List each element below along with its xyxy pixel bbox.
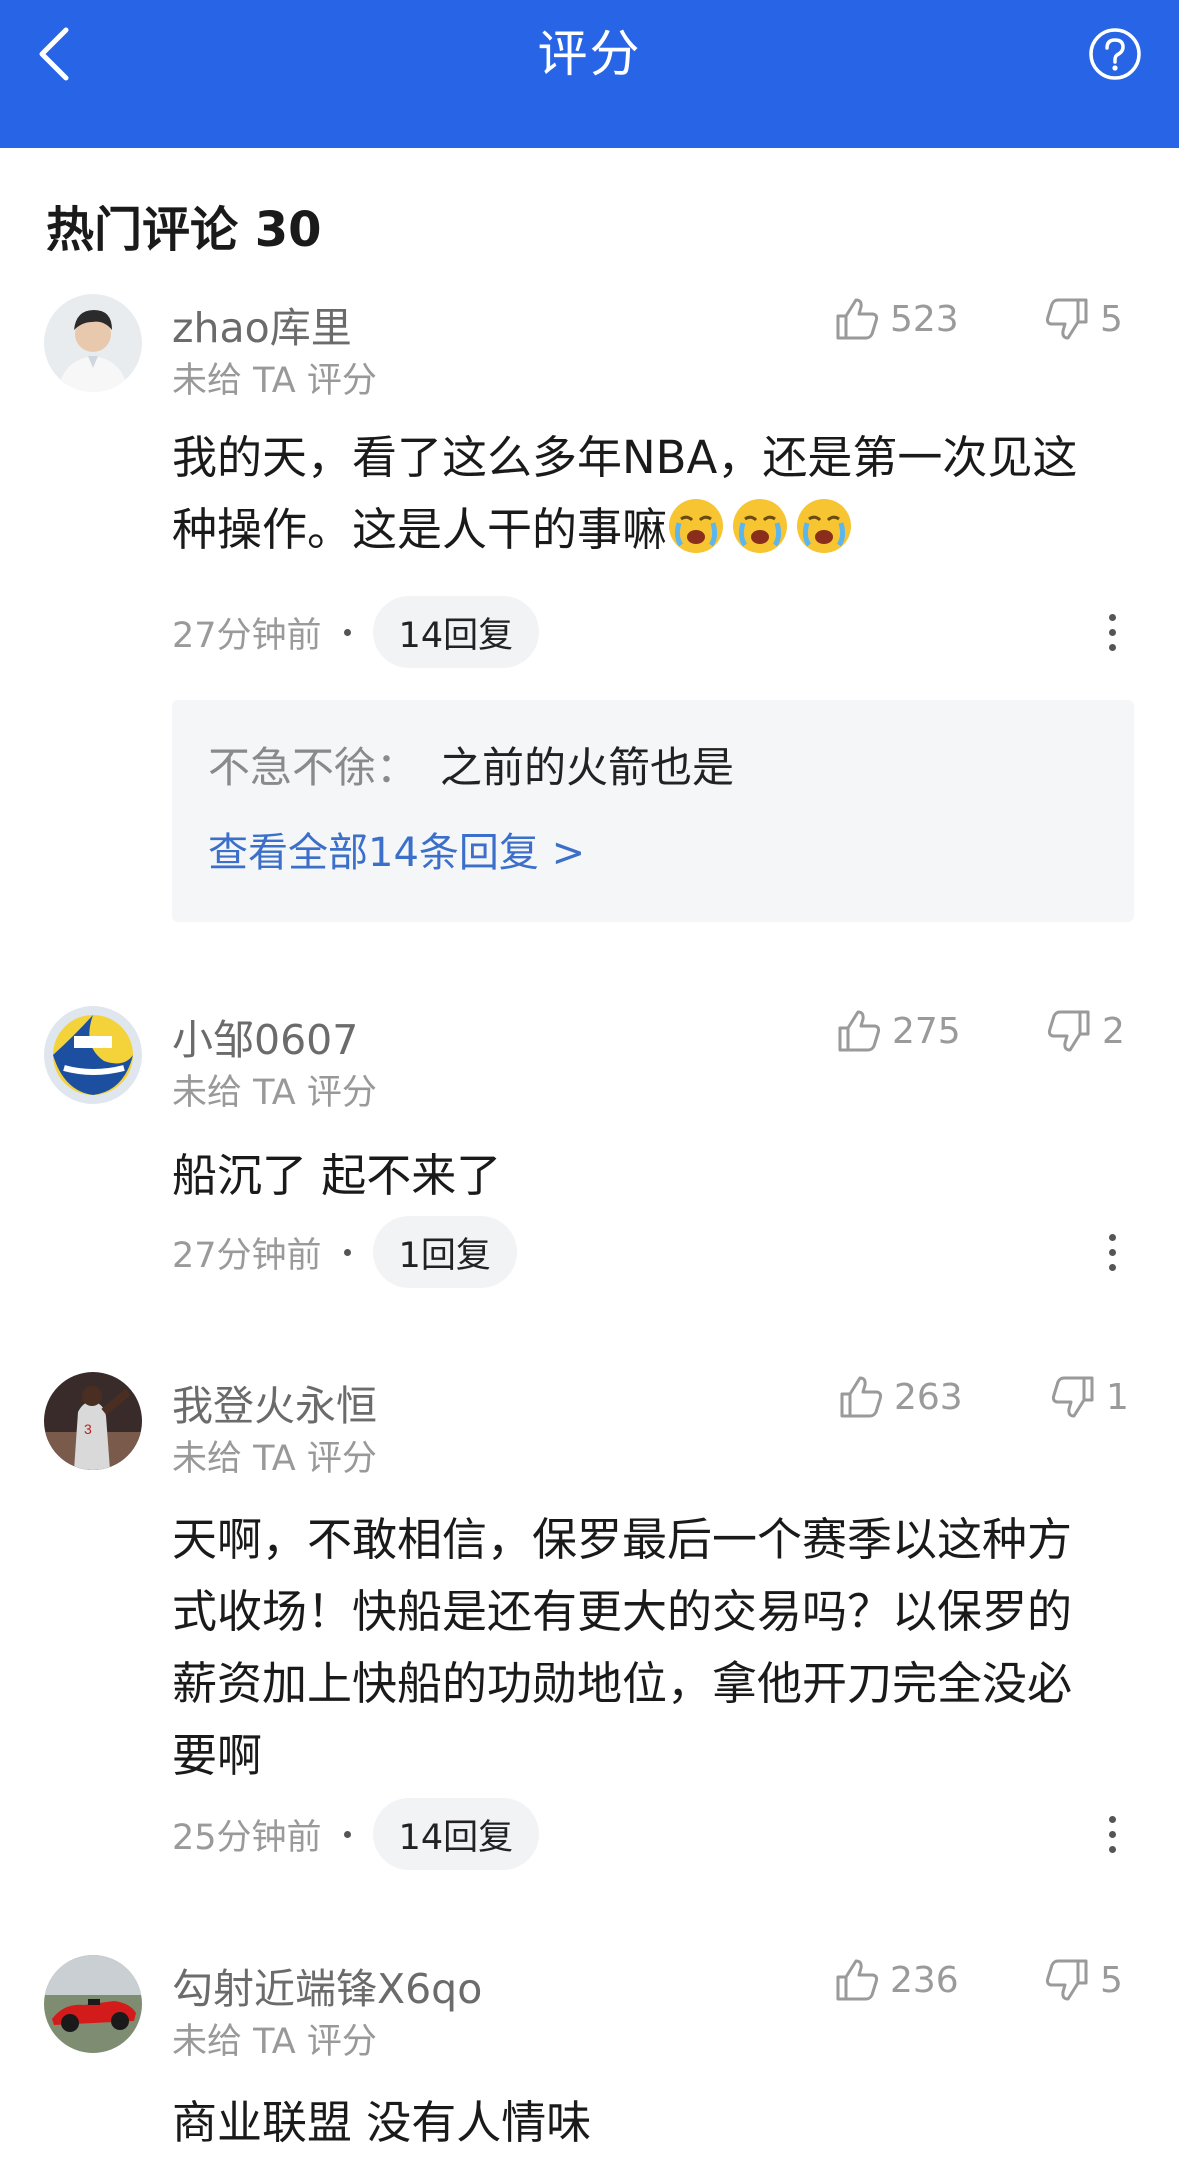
username[interactable]: 小邹0607: [172, 1006, 358, 1066]
thumbs-up-icon: [836, 298, 879, 340]
comment-text: 我的天，看了这么多年NBA，还是第一次见这种操作。这是人干的事嘛: [172, 422, 1112, 566]
comment-item: 勾射近端锋X6qo 未给 TA 评分 236 5 商业联盟 没有人情味: [0, 1955, 1179, 2162]
dislike-count: 1: [1106, 1376, 1129, 1418]
dislike-button[interactable]: 2: [1046, 1008, 1125, 1054]
page-title: 评分: [537, 25, 642, 83]
more-options-button[interactable]: [1097, 1798, 1127, 1870]
dislike-button[interactable]: 5: [1044, 1957, 1123, 2003]
comment-text: 天啊，不敢相信，保罗最后一个赛季以这种方式收场！快船是还有更大的交易吗？以保罗的…: [172, 1513, 1073, 1782]
avatar[interactable]: [44, 1006, 142, 1104]
dislike-count: 5: [1100, 1959, 1123, 2001]
rating-text: 未给 TA 评分: [172, 1439, 377, 1479]
more-options-button[interactable]: [1097, 596, 1127, 668]
reply-author[interactable]: 不急不徐：: [208, 734, 418, 795]
comment-time: 25分钟前: [172, 1817, 322, 1858]
comment-text: 商业联盟 没有人情味: [172, 2096, 592, 2149]
comment-item: 小邹0607 未给 TA 评分 275 2 船沉了 起不来了 27分钟前 1回复: [0, 1006, 1179, 1316]
separator-dot: [343, 1830, 351, 1838]
more-options-button[interactable]: [1097, 1216, 1127, 1288]
like-count: 263: [894, 1376, 963, 1418]
reply-count-button[interactable]: 1回复: [372, 1216, 517, 1288]
username[interactable]: 我登火永恒: [172, 1372, 377, 1432]
like-count: 275: [892, 1010, 961, 1052]
avatar[interactable]: 3: [44, 1372, 142, 1470]
reply-count-button[interactable]: 14回复: [372, 596, 540, 668]
like-button[interactable]: 523: [834, 296, 959, 342]
like-count: 236: [890, 1959, 959, 2001]
thumbs-up-icon: [836, 1959, 879, 2001]
reply-text: 之前的火箭也是: [440, 743, 735, 792]
like-button[interactable]: 263: [838, 1374, 963, 1420]
rating-text: 未给 TA 评分: [172, 2022, 377, 2062]
dislike-count: 2: [1102, 1010, 1125, 1052]
question-circle-icon: [1089, 28, 1141, 80]
thumbs-up-icon: [840, 1376, 883, 1418]
thumbs-down-icon: [1047, 1010, 1090, 1052]
thumbs-down-icon: [1045, 1959, 1088, 2001]
thumbs-down-icon: [1045, 298, 1088, 340]
top-nav-bar: 评分: [0, 0, 1179, 148]
username[interactable]: zhao库里: [172, 294, 352, 354]
crying-emoji-icon: [669, 499, 724, 553]
hot-comments-title: 热门评论 30: [46, 202, 322, 258]
svg-text:3: 3: [84, 1421, 92, 1437]
comment-item: 3 我登火永恒 未给 TA 评分 263 1 天啊，不敢相信，保罗最后一个赛季以…: [0, 1372, 1179, 1892]
comment-time: 27分钟前: [172, 615, 322, 656]
comment-meta: 27分钟前 14回复: [172, 596, 540, 668]
separator-dot: [343, 1248, 351, 1256]
view-all-replies-link[interactable]: 查看全部14条回复 >: [208, 820, 585, 878]
dislike-button[interactable]: 5: [1044, 296, 1123, 342]
thumbs-up-icon: [838, 1010, 881, 1052]
comment-item: zhao库里 未给 TA 评分 523 5 我的天，看了这么多年NBA，还是第一…: [0, 294, 1179, 934]
crying-emoji-icon: [733, 499, 788, 553]
thumbs-down-icon: [1051, 1376, 1094, 1418]
crying-emoji-icon: [797, 499, 852, 553]
rating-text: 未给 TA 评分: [172, 1073, 377, 1113]
separator-dot: [343, 628, 351, 636]
comment-time: 27分钟前: [172, 1235, 322, 1276]
comment-meta: 25分钟前 14回复: [172, 1798, 540, 1870]
comment-text-content: 我的天，看了这么多年NBA，还是第一次见这种操作。这是人干的事嘛: [172, 431, 1078, 556]
like-button[interactable]: 275: [836, 1008, 961, 1054]
comment-text: 船沉了 起不来了: [172, 1149, 502, 1202]
reply-count-button[interactable]: 14回复: [372, 1798, 540, 1870]
help-button[interactable]: [1085, 24, 1145, 84]
avatar[interactable]: [44, 294, 142, 392]
like-button[interactable]: 236: [834, 1957, 959, 2003]
reply-preview[interactable]: 不急不徐： 之前的火箭也是 查看全部14条回复 >: [172, 700, 1134, 922]
rating-text: 未给 TA 评分: [172, 361, 377, 401]
dislike-count: 5: [1100, 298, 1123, 340]
comment-meta: 27分钟前 1回复: [172, 1216, 517, 1288]
username[interactable]: 勾射近端锋X6qo: [172, 1955, 482, 2015]
avatar[interactable]: [44, 1955, 142, 2053]
dislike-button[interactable]: 1: [1050, 1374, 1129, 1420]
like-count: 523: [890, 298, 959, 340]
